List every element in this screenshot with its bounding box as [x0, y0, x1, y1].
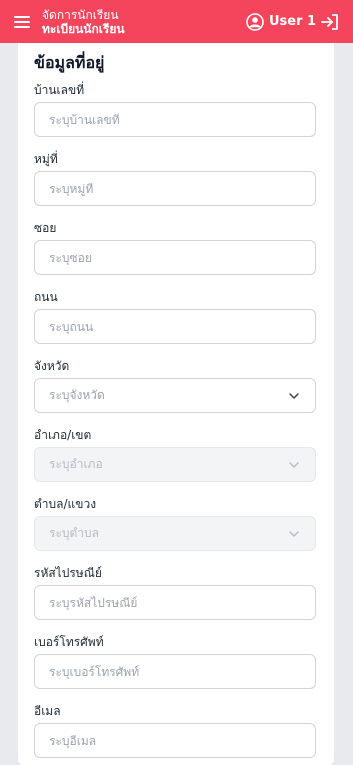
province-placeholder: ระบุจังหวัด — [49, 388, 105, 402]
house-no-input[interactable] — [49, 112, 301, 127]
postal-code-label: รหัสไปรษณีย์ — [34, 566, 102, 580]
chevron-down-icon — [289, 530, 299, 537]
user-name: User 1 — [269, 14, 317, 29]
address-form-card: ข้อมูลที่อยู่ บ้านเลขที่ หมู่ที่ ซอย ถนน… — [18, 43, 334, 765]
subdistrict-label: ตำบล/แขวง — [34, 497, 97, 511]
menu-button[interactable] — [0, 0, 44, 43]
email-field-wrapper — [34, 723, 316, 758]
user-circle-icon — [246, 12, 264, 31]
soi-input[interactable] — [49, 250, 301, 265]
road-field-wrapper — [34, 309, 316, 344]
moo-label: หมู่ที่ — [34, 152, 58, 166]
top-bar: จัดการนักเรียน ทะเบียนนักเรียน User 1 — [0, 0, 353, 43]
hamburger-menu-icon — [14, 15, 30, 28]
logout-button[interactable] — [318, 10, 342, 34]
phone-field-wrapper — [34, 654, 316, 689]
app-titles: จัดการนักเรียน ทะเบียนนักเรียน — [42, 8, 125, 36]
phone-label: เบอร์โทรศัพท์ — [34, 635, 104, 649]
subdistrict-select: ระบุตำบล — [34, 516, 316, 551]
road-input[interactable] — [49, 319, 301, 334]
subdistrict-placeholder: ระบุตำบล — [49, 526, 100, 540]
app-subtitle: ทะเบียนนักเรียน — [42, 21, 125, 36]
postal-code-field-wrapper — [34, 585, 316, 620]
chevron-down-icon — [289, 461, 299, 468]
logout-icon — [321, 14, 338, 30]
province-label: จังหวัด — [34, 359, 70, 373]
email-input[interactable] — [49, 733, 301, 748]
district-placeholder: ระบุอำเภอ — [49, 457, 103, 471]
moo-input[interactable] — [49, 181, 301, 196]
house-no-label: บ้านเลขที่ — [34, 83, 85, 97]
house-no-field-wrapper — [34, 102, 316, 137]
app-title: จัดการนักเรียน — [42, 7, 119, 22]
province-select[interactable]: ระบุจังหวัด — [34, 378, 316, 413]
soi-field-wrapper — [34, 240, 316, 275]
road-label: ถนน — [34, 290, 58, 304]
phone-input[interactable] — [49, 664, 301, 679]
postal-code-input[interactable] — [49, 595, 301, 610]
user-menu[interactable]: User 1 — [246, 0, 316, 43]
email-label: อีเมล — [34, 704, 61, 718]
chevron-down-icon — [289, 392, 299, 399]
soi-label: ซอย — [34, 221, 57, 235]
moo-field-wrapper — [34, 171, 316, 206]
district-select: ระบุอำเภอ — [34, 447, 316, 482]
section-title: ข้อมูลที่อยู่ — [34, 53, 105, 72]
district-label: อำเภอ/เขต — [34, 428, 92, 442]
